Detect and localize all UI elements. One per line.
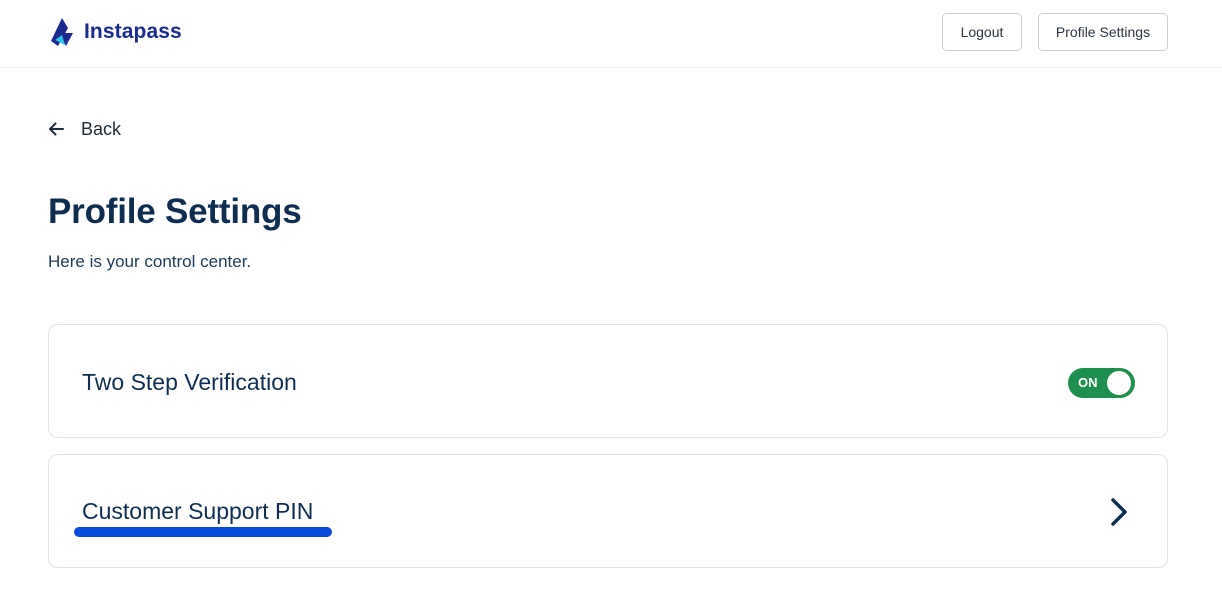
setting-label: Two Step Verification [82,369,297,395]
arrow-left-icon [49,122,64,136]
brand[interactable]: Instapass [49,17,182,47]
profile-settings-button[interactable]: Profile Settings [1038,13,1168,51]
setting-card-two-step-verification: Two Step Verification ON [48,324,1168,438]
toggle-knob [1107,371,1131,395]
logout-button[interactable]: Logout [942,13,1022,51]
chevron-right-icon[interactable] [1108,495,1132,529]
two-step-verification-toggle[interactable]: ON [1068,368,1135,398]
brand-name: Instapass [84,20,182,43]
instapass-logo-icon [51,18,73,46]
setting-card-customer-support-pin[interactable]: Customer Support PIN [48,454,1168,568]
toggle-state-label: ON [1078,375,1098,390]
back-link[interactable]: Back [47,117,121,141]
back-label: Back [81,118,122,139]
annotation-underline [74,527,332,537]
top-header: Instapass Logout Profile Settings [0,0,1222,68]
page-title: Profile Settings [48,192,302,231]
setting-label: Customer Support PIN [82,498,314,524]
page-subtitle: Here is your control center. [48,252,252,271]
